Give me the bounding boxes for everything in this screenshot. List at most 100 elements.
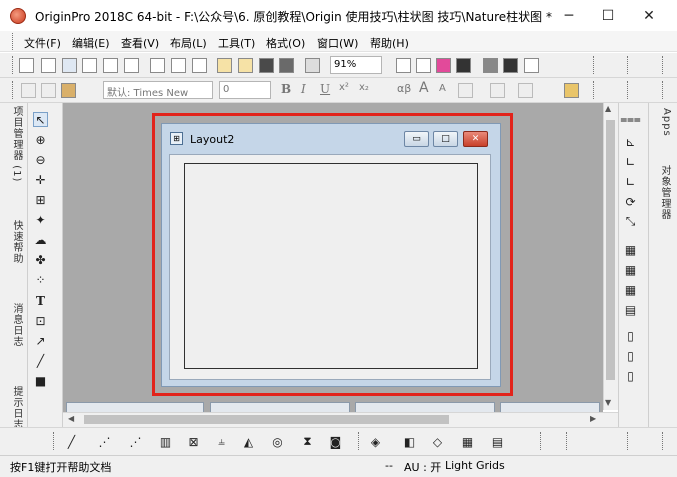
- new-excel-icon[interactable]: [192, 58, 207, 73]
- minimized-window-tab[interactable]: [210, 402, 350, 412]
- toolbar-grip-2[interactable]: [593, 56, 596, 74]
- zoom-in-icon[interactable]: ⊕: [33, 132, 48, 147]
- italic-button[interactable]: I: [301, 82, 306, 96]
- line-tool-icon[interactable]: ╱: [33, 353, 48, 368]
- same-height-icon[interactable]: ▯: [623, 348, 638, 363]
- align-right-icon[interactable]: ∟: [623, 174, 638, 189]
- save-template-icon[interactable]: [279, 58, 294, 73]
- data-reader-icon[interactable]: ✦: [33, 212, 48, 227]
- layout-page[interactable]: [184, 163, 478, 369]
- scale-region-icon[interactable]: ⊞: [33, 192, 48, 207]
- font-size-select[interactable]: 0: [219, 81, 271, 99]
- decrease-font-button[interactable]: A: [439, 83, 446, 94]
- format-toolbar-grip-2[interactable]: [593, 81, 596, 99]
- font-select[interactable]: 默认: Times New: [103, 81, 213, 99]
- minimized-window-tab[interactable]: [66, 402, 204, 412]
- line-plot-icon[interactable]: ╱: [64, 434, 79, 449]
- area-plot-icon[interactable]: ◭: [241, 434, 256, 449]
- new-folder-icon[interactable]: [41, 58, 56, 73]
- horizontal-scroll-thumb[interactable]: [84, 415, 449, 424]
- menu-layout[interactable]: 布局(L): [170, 35, 207, 51]
- graphs-toolbar-grip-2[interactable]: [358, 432, 361, 450]
- align-icon[interactable]: [458, 83, 473, 98]
- zoom-out-icon[interactable]: ⊖: [33, 152, 48, 167]
- tab-apps[interactable]: Apps: [652, 108, 672, 138]
- cut-icon[interactable]: [21, 83, 36, 98]
- align-left-icon[interactable]: ⊾: [623, 134, 638, 149]
- arrange-layers-icon[interactable]: ⩶: [620, 112, 641, 127]
- scroll-left-icon[interactable]: ◀: [68, 414, 74, 423]
- rectangle-tool-icon[interactable]: ■: [33, 373, 48, 388]
- object-grid-4-icon[interactable]: ▤: [623, 302, 638, 317]
- open-template-icon[interactable]: [238, 58, 253, 73]
- underline-button[interactable]: U: [320, 82, 330, 96]
- pointer-tool-icon[interactable]: ↖: [33, 112, 48, 127]
- menubar-grip[interactable]: [12, 33, 15, 50]
- menu-window[interactable]: 窗口(W): [317, 35, 358, 51]
- new-notes-icon[interactable]: [171, 58, 186, 73]
- menu-help[interactable]: 帮助(H): [370, 35, 409, 51]
- toolbar-grip-3[interactable]: [627, 56, 630, 74]
- 3d-surface-icon[interactable]: ◈: [368, 434, 383, 449]
- save-icon[interactable]: [259, 58, 274, 73]
- format-toolbar-grip-4[interactable]: [662, 81, 665, 99]
- add-graph-icon[interactable]: ⊡: [33, 313, 48, 328]
- multi-panel-icon[interactable]: ⊠: [186, 434, 201, 449]
- minimized-window-tab[interactable]: [355, 402, 495, 412]
- scroll-down-icon[interactable]: ▼: [605, 398, 611, 407]
- column-plot-icon[interactable]: ▥: [158, 434, 173, 449]
- resize-icon[interactable]: ⤡: [623, 214, 638, 229]
- menu-tools[interactable]: 工具(T): [218, 35, 255, 51]
- layout-close-button[interactable]: ✕: [463, 131, 488, 147]
- new-function-icon[interactable]: [124, 58, 139, 73]
- scroll-right-icon[interactable]: ▶: [590, 414, 596, 423]
- copy-icon[interactable]: [41, 83, 56, 98]
- bold-button[interactable]: B: [281, 82, 291, 96]
- tab-quick-help[interactable]: 快速帮助: [4, 220, 24, 275]
- vertical-scroll-thumb[interactable]: [606, 120, 615, 380]
- paste-icon[interactable]: [61, 83, 76, 98]
- 3d-table-icon[interactable]: ▤: [490, 434, 505, 449]
- draw-data-icon[interactable]: ⁘: [33, 272, 48, 287]
- minimize-button[interactable]: ─: [553, 4, 585, 28]
- graphs-toolbar-grip-6[interactable]: [662, 432, 665, 450]
- graphs-toolbar-grip-3[interactable]: [540, 432, 543, 450]
- align-bottom-icon[interactable]: ∟: [623, 154, 638, 169]
- new-graph-icon[interactable]: [82, 58, 97, 73]
- menu-file[interactable]: 文件(F): [24, 35, 61, 51]
- font-color-icon[interactable]: [518, 83, 533, 98]
- 3d-matrix-icon[interactable]: ▦: [460, 434, 475, 449]
- film-icon[interactable]: [456, 58, 471, 73]
- 3d-wire-icon[interactable]: ◇: [430, 434, 445, 449]
- minimized-window-tab[interactable]: [500, 402, 600, 412]
- arrow-tool-icon[interactable]: ↗: [33, 333, 48, 348]
- layout-minimize-button[interactable]: ▭: [404, 131, 429, 147]
- object-grid-icon[interactable]: ▦: [623, 242, 638, 257]
- same-width-icon[interactable]: ▯: [623, 328, 638, 343]
- greek-button[interactable]: αβ: [397, 82, 411, 95]
- recalculate-icon[interactable]: [305, 58, 320, 73]
- graphs-toolbar-grip-4[interactable]: [566, 432, 569, 450]
- new-project-icon[interactable]: [19, 58, 34, 73]
- template-plot-icon[interactable]: ◙: [328, 434, 343, 449]
- print-icon[interactable]: [396, 58, 411, 73]
- line-style-icon[interactable]: [490, 83, 505, 98]
- rotate-icon[interactable]: ⟳: [623, 194, 638, 209]
- code-builder-icon[interactable]: [483, 58, 498, 73]
- data-selector-icon[interactable]: ☁: [33, 232, 48, 247]
- new-layout-icon[interactable]: [150, 58, 165, 73]
- menu-edit[interactable]: 编辑(E): [72, 35, 110, 51]
- new-workbook-icon[interactable]: [62, 58, 77, 73]
- zoom-select[interactable]: 91%: [330, 56, 382, 74]
- toolbar-grip[interactable]: [12, 56, 15, 74]
- results-log-icon[interactable]: [503, 58, 518, 73]
- statistical-plot-icon[interactable]: ⫨: [214, 434, 229, 449]
- tab-messages-log[interactable]: 消息日志: [4, 303, 24, 358]
- format-toolbar-grip[interactable]: [12, 81, 15, 99]
- object-grid-3-icon[interactable]: ▦: [623, 282, 638, 297]
- object-grid-2-icon[interactable]: ▦: [623, 262, 638, 277]
- scroll-up-icon[interactable]: ▲: [605, 104, 611, 113]
- superscript-button[interactable]: x²: [339, 82, 349, 93]
- subscript-button[interactable]: x₂: [359, 82, 369, 93]
- graphs-toolbar-grip[interactable]: [53, 432, 56, 450]
